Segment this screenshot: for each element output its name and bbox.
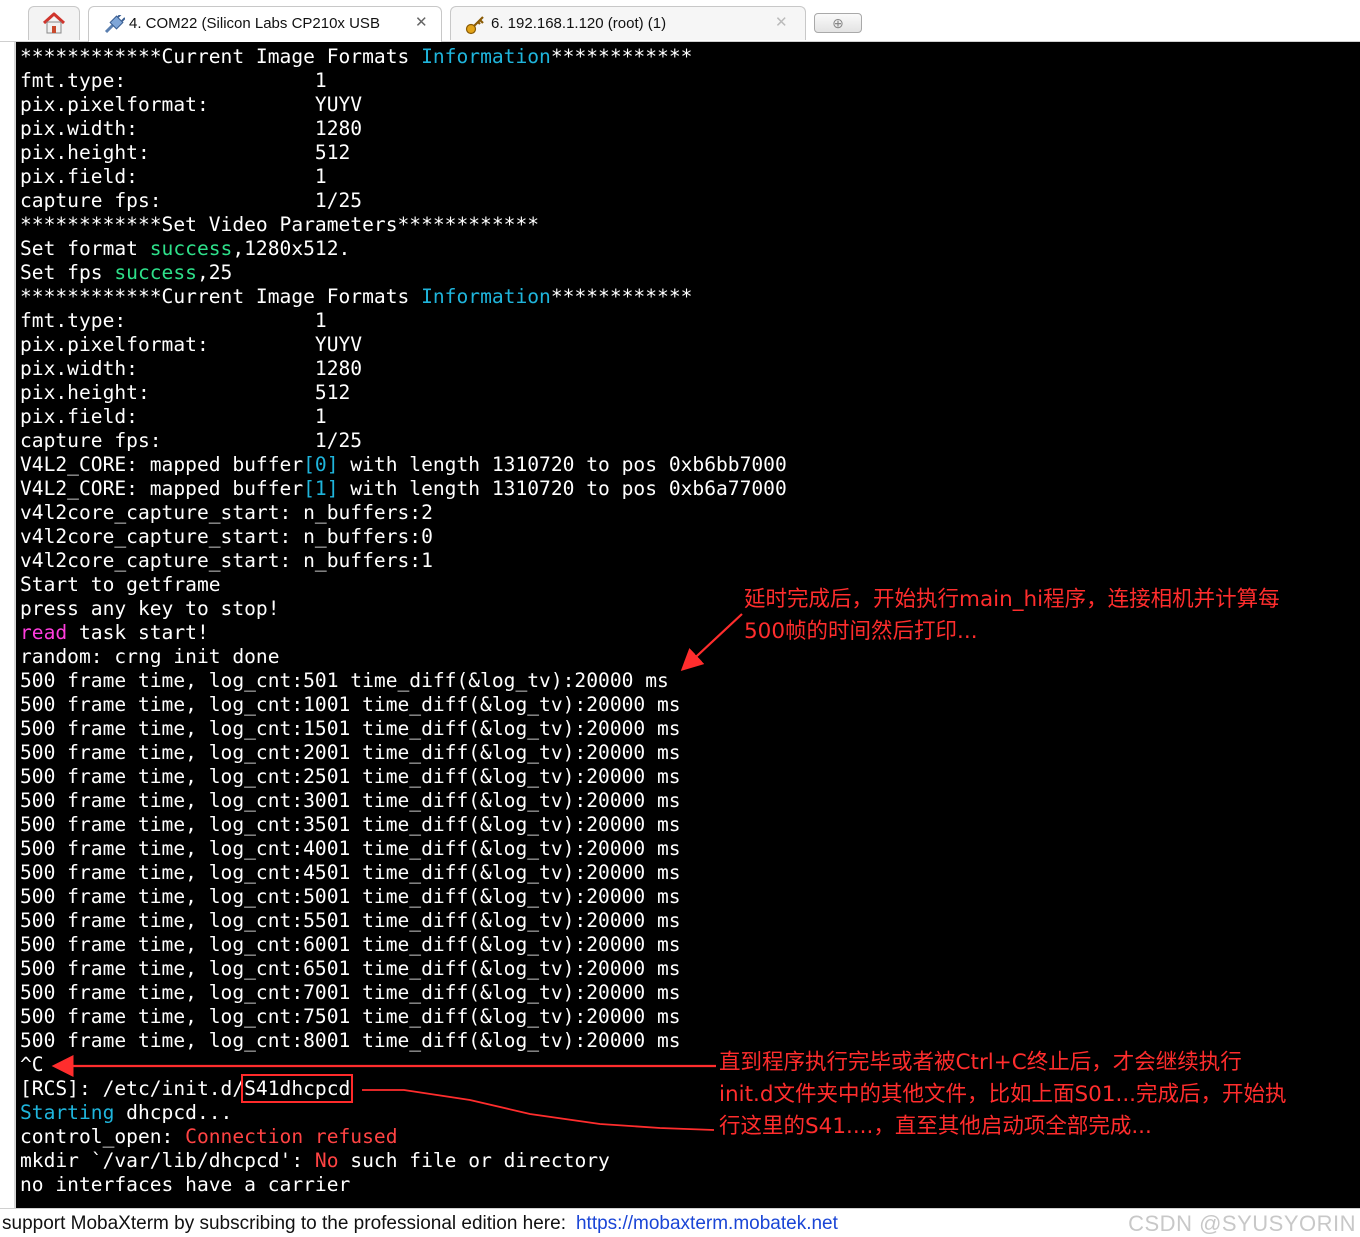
watermark: CSDN @SYUSYORIN [1128,1211,1356,1236]
status-text: support MobaXterm by subscribing to the … [2,1213,566,1234]
connector-to-s41 [362,1089,715,1131]
arrow-to-frame-log [680,613,743,671]
annotation-arrows [51,613,743,1131]
mobatek-link[interactable]: https://mobaxterm.mobatek.net [576,1213,838,1234]
status-bar: support MobaXterm by subscribing to the … [0,1208,1360,1237]
